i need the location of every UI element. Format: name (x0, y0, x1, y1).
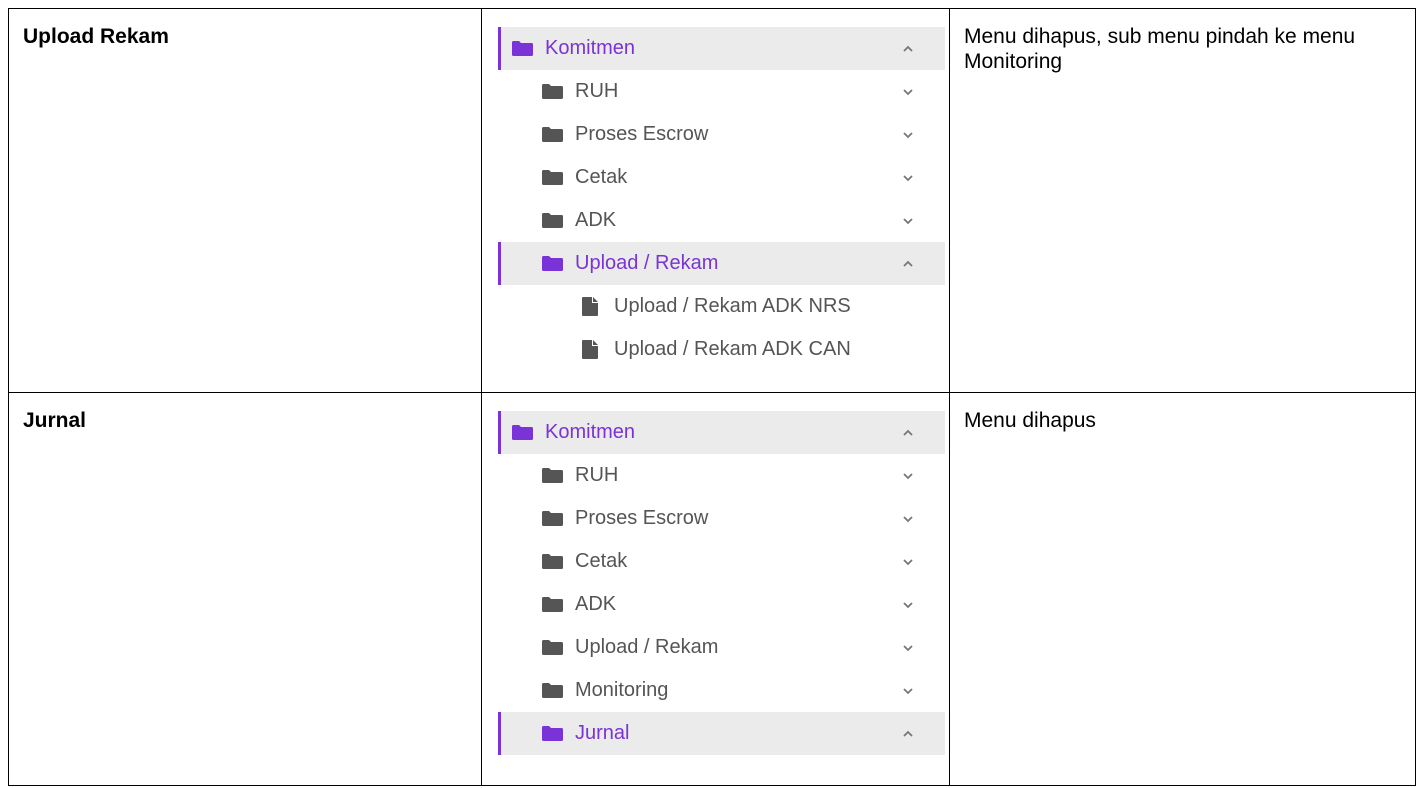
file-icon (582, 340, 598, 359)
menu-item-komitmen[interactable]: Komitmen (498, 27, 945, 70)
chevron-up-icon (901, 428, 915, 438)
chevron-up-icon (901, 729, 915, 739)
note-text: Menu dihapus (964, 409, 1096, 432)
row-label: Upload Rekam (23, 25, 169, 48)
folder-icon (542, 84, 563, 99)
chevron-down-icon (901, 643, 915, 653)
folder-icon (542, 597, 563, 612)
chevron-down-icon (901, 130, 915, 140)
note-cell: Menu dihapus, sub menu pindah ke menu Mo… (949, 8, 1416, 393)
menu-item-proses-escrow[interactable]: Proses Escrow (498, 113, 945, 156)
menu-item-upload-rekam-adk-nrs[interactable]: Upload / Rekam ADK NRS (498, 285, 945, 328)
menu-item-label: Monitoring (575, 679, 669, 701)
folder-icon (512, 425, 533, 440)
row-label: Jurnal (23, 409, 87, 432)
menu-item-upload-rekam[interactable]: Upload / Rekam (498, 242, 945, 285)
chevron-down-icon (901, 173, 915, 183)
menu-item-label: Proses Escrow (575, 123, 709, 145)
folder-icon (542, 640, 563, 655)
menu-item-label: RUH (575, 464, 619, 486)
folder-icon (542, 256, 563, 271)
label-cell: Upload Rekam (8, 8, 482, 393)
folder-icon (542, 511, 563, 526)
menu-item-komitmen[interactable]: Komitmen (498, 411, 945, 454)
menu-item-label: Upload / Rekam (575, 636, 719, 658)
menu-item-monitoring[interactable]: Monitoring (498, 669, 945, 712)
note-text: Menu dihapus, sub menu pindah ke menu Mo… (964, 25, 1356, 73)
menu-item-label: ADK (575, 209, 617, 231)
label-cell: Jurnal (8, 392, 482, 786)
menu-item-label: Cetak (575, 550, 628, 572)
menu-item-label: RUH (575, 80, 619, 102)
chevron-down-icon (901, 557, 915, 567)
sidebar-menu: Komitmen RUH Proses Escrow Cetak ADK Upl… (498, 27, 945, 371)
note-cell: Menu dihapus (949, 392, 1416, 786)
chevron-down-icon (901, 471, 915, 481)
menu-item-label: Komitmen (545, 421, 636, 443)
table-row: Jurnal Komitmen RUH Proses Escrow Cetak … (8, 392, 1416, 786)
document-table: Upload Rekam Komitmen RUH Proses Escrow (8, 8, 1416, 786)
folder-icon (542, 213, 563, 228)
chevron-up-icon (901, 259, 915, 269)
chevron-down-icon (901, 600, 915, 610)
menu-item-label: Upload / Rekam (575, 252, 719, 274)
menu-item-label: Cetak (575, 166, 628, 188)
folder-icon (542, 683, 563, 698)
chevron-down-icon (901, 87, 915, 97)
file-icon (582, 297, 598, 316)
folder-icon (542, 554, 563, 569)
chevron-down-icon (901, 216, 915, 226)
menu-item-jurnal[interactable]: Jurnal (498, 712, 945, 755)
folder-icon (542, 726, 563, 741)
chevron-down-icon (901, 514, 915, 524)
folder-icon (542, 170, 563, 185)
chevron-down-icon (901, 686, 915, 696)
menu-item-label: Proses Escrow (575, 507, 709, 529)
menu-item-ruh[interactable]: RUH (498, 70, 945, 113)
menu-item-ruh[interactable]: RUH (498, 454, 945, 497)
menu-item-adk[interactable]: ADK (498, 199, 945, 242)
menu-item-label: Upload / Rekam ADK CAN (614, 338, 851, 360)
menu-item-adk[interactable]: ADK (498, 583, 945, 626)
menu-screenshot-cell: Komitmen RUH Proses Escrow Cetak ADK Upl… (481, 392, 950, 786)
menu-screenshot-cell: Komitmen RUH Proses Escrow Cetak ADK Upl… (481, 8, 950, 393)
folder-icon (512, 41, 533, 56)
folder-icon (542, 127, 563, 142)
chevron-up-icon (901, 44, 915, 54)
menu-item-label: ADK (575, 593, 617, 615)
menu-item-label: Komitmen (545, 37, 636, 59)
menu-item-cetak[interactable]: Cetak (498, 156, 945, 199)
menu-item-upload-rekam[interactable]: Upload / Rekam (498, 626, 945, 669)
folder-icon (542, 468, 563, 483)
menu-item-upload-rekam-adk-can[interactable]: Upload / Rekam ADK CAN (498, 328, 945, 371)
menu-item-proses-escrow[interactable]: Proses Escrow (498, 497, 945, 540)
sidebar-menu: Komitmen RUH Proses Escrow Cetak ADK Upl… (498, 411, 945, 755)
menu-item-cetak[interactable]: Cetak (498, 540, 945, 583)
table-row: Upload Rekam Komitmen RUH Proses Escrow (8, 8, 1416, 393)
menu-item-label: Jurnal (575, 722, 630, 744)
menu-item-label: Upload / Rekam ADK NRS (614, 295, 851, 317)
